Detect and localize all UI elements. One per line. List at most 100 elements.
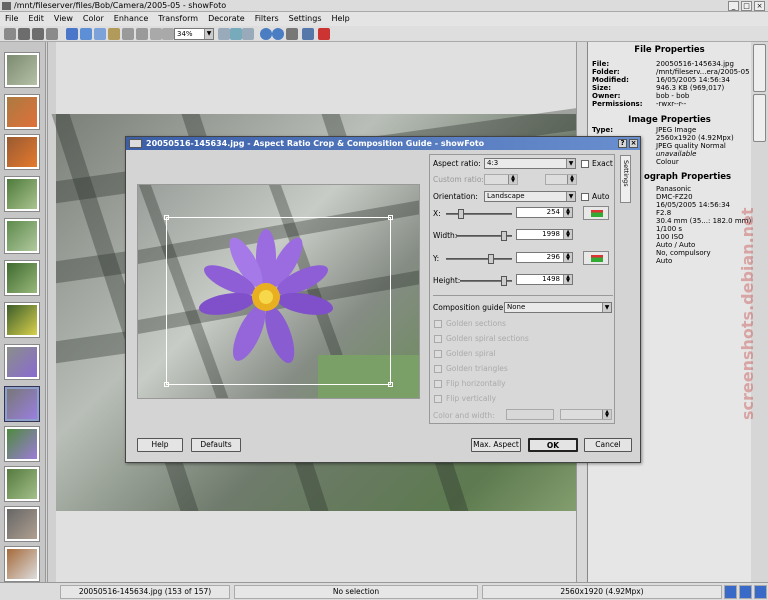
save-as-icon[interactable]: [94, 28, 106, 40]
file-properties-heading: File Properties: [634, 45, 705, 55]
y-spinbox[interactable]: 296 ▲ ▼: [516, 252, 573, 263]
info-icon[interactable]: [724, 585, 737, 599]
thumbnail-item[interactable]: [4, 466, 40, 502]
menu-transform[interactable]: Transform: [153, 12, 203, 26]
rotate-left-icon[interactable]: [260, 28, 272, 40]
crop-icon[interactable]: [286, 28, 298, 40]
fit-window-icon[interactable]: [218, 28, 230, 40]
menu-file[interactable]: File: [0, 12, 23, 26]
open-icon[interactable]: [66, 28, 78, 40]
close-button[interactable]: ×: [754, 1, 765, 11]
width-label: Width:: [433, 231, 458, 240]
dialog-title: 20050516-145634.jpg - Aspect Ratio Crop …: [146, 139, 485, 148]
orientation-select[interactable]: Landscape ▼: [484, 191, 576, 202]
crop-rectangle[interactable]: [164, 215, 393, 387]
y-slider[interactable]: [446, 254, 512, 264]
rotate-right-icon[interactable]: [272, 28, 284, 40]
menu-color[interactable]: Color: [78, 12, 109, 26]
cancel-button[interactable]: Cancel: [584, 438, 632, 452]
fullscreen-toggle-icon[interactable]: [754, 585, 767, 599]
zoom-in-icon[interactable]: [162, 28, 174, 40]
thumbnail-item[interactable]: [4, 344, 40, 380]
photograph-properties-heading: ograph Properties: [644, 172, 732, 182]
height-spinbox[interactable]: 1498 ▲ ▼: [516, 274, 573, 285]
fullscreen-icon[interactable]: [242, 28, 254, 40]
menu-help[interactable]: Help: [326, 12, 354, 26]
help-button[interactable]: Help: [137, 438, 183, 452]
ok-button[interactable]: OK: [528, 438, 578, 452]
maximize-button[interactable]: □: [741, 1, 752, 11]
menu-view[interactable]: View: [49, 12, 78, 26]
custom-ratio-denominator: ▲ ▼: [545, 174, 577, 185]
watermark-text: screenshots.debian.net: [738, 207, 757, 420]
tab-metadata[interactable]: [753, 94, 766, 142]
window-titlebar: /mnt/fileserver/files/Bob/Camera/2005-05…: [0, 0, 768, 12]
save-icon[interactable]: [80, 28, 92, 40]
flip-vertically-label: Flip vertically: [446, 394, 497, 403]
width-spinbox[interactable]: 1998 ▲ ▼: [516, 229, 573, 240]
zoom-select[interactable]: 34% ▼: [174, 28, 214, 40]
revert-icon[interactable]: [108, 28, 120, 40]
height-slider[interactable]: [460, 276, 512, 286]
center-vertical-button[interactable]: [583, 251, 609, 265]
back-icon[interactable]: [18, 28, 30, 40]
width-slider[interactable]: [456, 231, 512, 241]
flip-vertically-checkbox[interactable]: [434, 395, 442, 403]
thumbnail-item[interactable]: [4, 134, 40, 170]
first-image-icon[interactable]: [4, 28, 16, 40]
x-spinbox[interactable]: 254 ▲ ▼: [516, 207, 573, 218]
exact-checkbox[interactable]: [581, 160, 589, 168]
max-aspect-button[interactable]: Max. Aspect: [471, 438, 521, 452]
menu-enhance[interactable]: Enhance: [109, 12, 154, 26]
last-image-icon[interactable]: [46, 28, 58, 40]
tab-settings[interactable]: Settings: [620, 155, 631, 203]
slideshow-icon[interactable]: [302, 28, 314, 40]
thumbnail-item[interactable]: [4, 94, 40, 130]
flip-horizontally-checkbox[interactable]: [434, 380, 442, 388]
zoom-out-icon[interactable]: [150, 28, 162, 40]
thumbnail-item[interactable]: [4, 302, 40, 338]
dialog-close-button[interactable]: ×: [629, 139, 638, 148]
guide-color-button[interactable]: [506, 409, 554, 420]
thumbnail-item[interactable]: [4, 176, 40, 212]
y-label: Y:: [433, 254, 440, 263]
menu-settings[interactable]: Settings: [284, 12, 327, 26]
aspect-ratio-select[interactable]: 4:3 ▼: [484, 158, 576, 169]
thumbnail-item[interactable]: [4, 506, 40, 542]
defaults-button[interactable]: Defaults: [191, 438, 241, 452]
composition-guide-label: Composition guide:: [433, 303, 506, 312]
thumbnail-item-selected[interactable]: [4, 386, 40, 422]
golden-triangles-checkbox[interactable]: [434, 365, 442, 373]
thumbnail-icon[interactable]: [739, 585, 752, 599]
center-horizontal-button[interactable]: [583, 206, 609, 220]
composition-guide-select[interactable]: None ▼: [504, 302, 612, 313]
thumbnail-item[interactable]: [4, 546, 40, 582]
minimize-button[interactable]: _: [728, 1, 739, 11]
thumbnail-item[interactable]: [4, 218, 40, 254]
golden-sections-checkbox[interactable]: [434, 320, 442, 328]
guide-width-spinbox[interactable]: ▲ ▼: [560, 409, 612, 420]
redo-icon[interactable]: [136, 28, 148, 40]
forward-icon[interactable]: [32, 28, 44, 40]
toolbar: 34% ▼: [0, 26, 768, 42]
auto-orientation-checkbox[interactable]: [581, 193, 589, 201]
x-slider[interactable]: [446, 209, 512, 219]
status-file: 20050516-145634.jpg (153 of 157): [60, 585, 230, 599]
golden-spiral-sections-checkbox[interactable]: [434, 335, 442, 343]
menu-filters[interactable]: Filters: [250, 12, 284, 26]
menu-edit[interactable]: Edit: [23, 12, 49, 26]
fit-selection-icon[interactable]: [230, 28, 242, 40]
status-size: 2560x1920 (4.92Mpx): [482, 585, 722, 599]
undo-icon[interactable]: [122, 28, 134, 40]
crop-preview[interactable]: [137, 184, 420, 399]
thumbnail-item[interactable]: [4, 260, 40, 296]
dialog-help-button[interactable]: ?: [618, 139, 627, 148]
thumbnail-item[interactable]: [4, 426, 40, 462]
aspect-ratio-label: Aspect ratio:: [433, 159, 481, 168]
menu-decorate[interactable]: Decorate: [203, 12, 250, 26]
thumbnail-item[interactable]: [4, 52, 40, 88]
chevron-down-icon: ▼: [566, 159, 575, 168]
tab-properties[interactable]: [753, 44, 766, 92]
golden-spiral-checkbox[interactable]: [434, 350, 442, 358]
delete-icon[interactable]: [318, 28, 330, 40]
